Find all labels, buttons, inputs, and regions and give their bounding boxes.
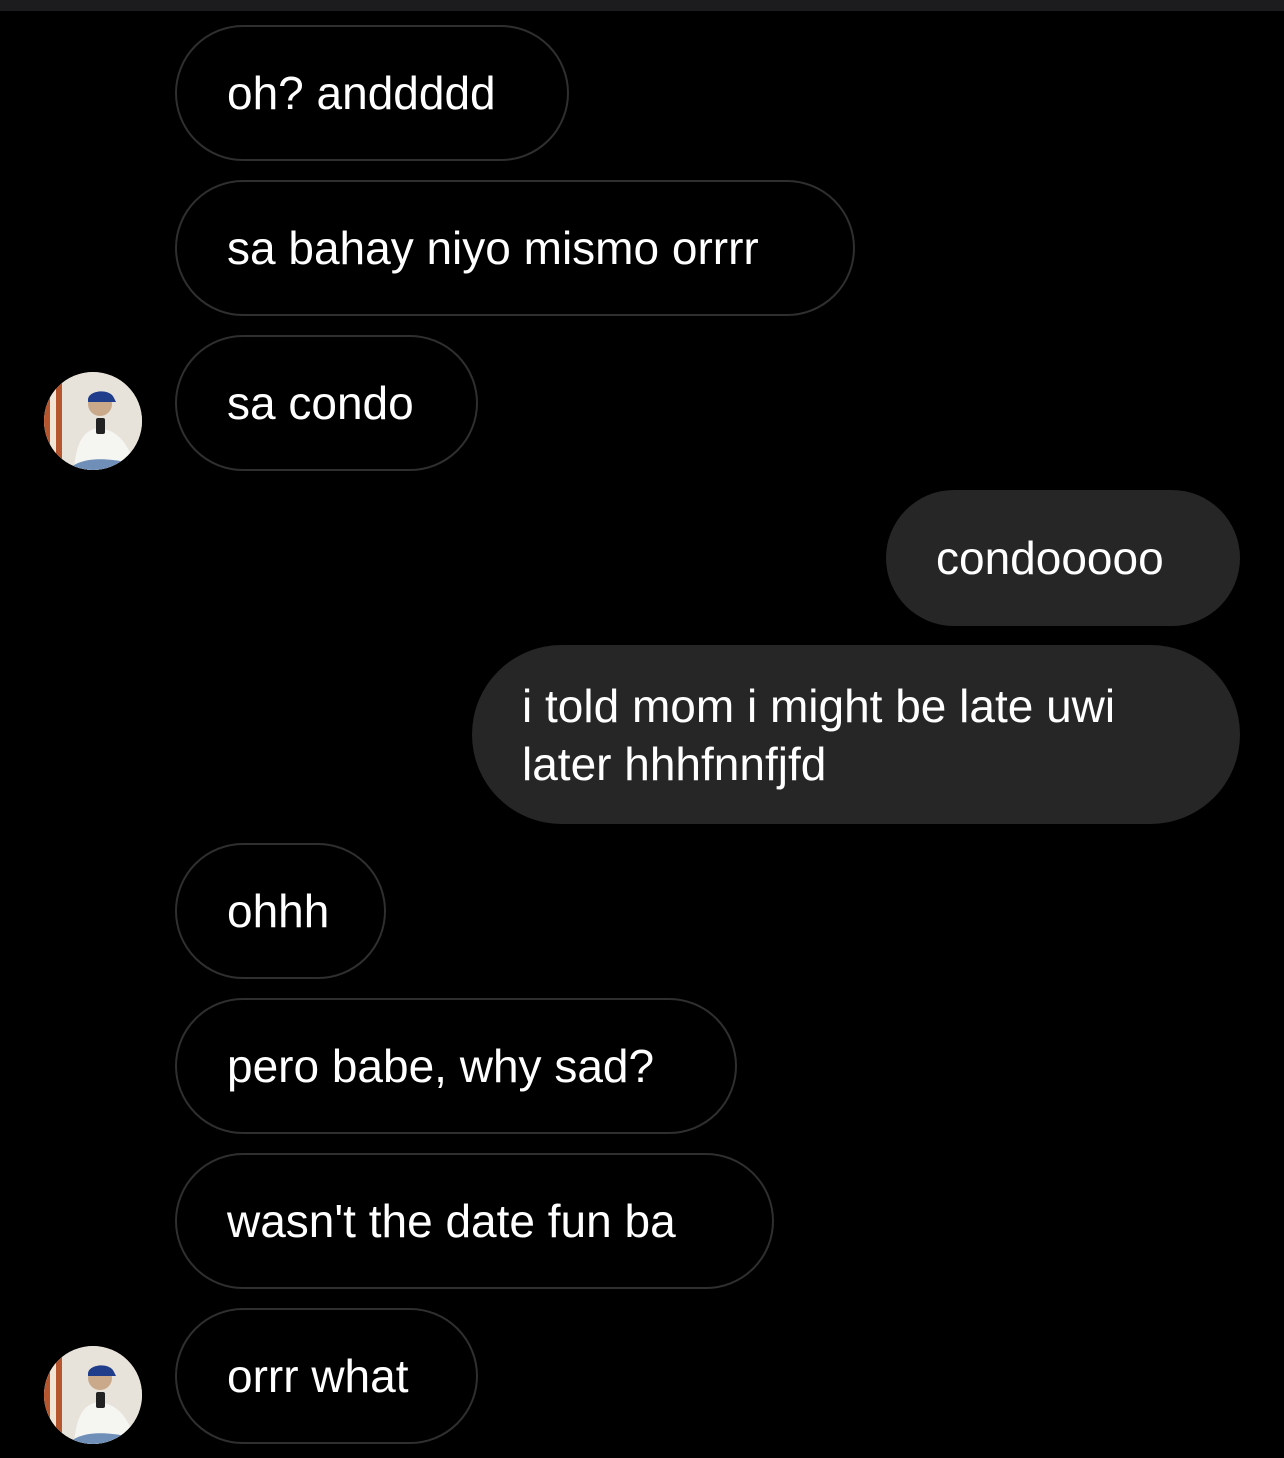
message-text: sa condo [227, 377, 414, 429]
message-bubble-incoming[interactable]: oh? anddddd [175, 25, 569, 161]
message-text: oh? anddddd [227, 67, 496, 119]
message-bubble-incoming[interactable]: sa bahay niyo mismo orrrr [175, 180, 855, 316]
message-text: condooooo [936, 532, 1164, 584]
message-text: wasn't the date fun ba [227, 1195, 676, 1247]
message-bubble-incoming[interactable]: pero babe, why sad? [175, 998, 737, 1134]
message-text: i told mom i might be late uwi later hhh… [522, 679, 1116, 790]
contact-avatar-icon[interactable] [44, 372, 142, 470]
message-bubble-incoming[interactable]: sa condo [175, 335, 478, 471]
message-text: pero babe, why sad? [227, 1040, 655, 1092]
message-text: orrr what [227, 1350, 409, 1402]
message-bubble-incoming[interactable]: wasn't the date fun ba [175, 1153, 774, 1289]
message-text: sa bahay niyo mismo orrrr [227, 222, 759, 274]
message-bubble-incoming[interactable]: ohhh [175, 843, 386, 979]
message-text: ohhh [227, 885, 330, 937]
message-bubble-outgoing[interactable]: i told mom i might be late uwi later hhh… [472, 645, 1240, 824]
message-bubble-outgoing[interactable]: condooooo [886, 490, 1240, 626]
status-bar-strip [0, 0, 1284, 11]
message-bubble-incoming[interactable]: orrr what [175, 1308, 478, 1444]
contact-avatar-icon[interactable] [44, 1346, 142, 1444]
